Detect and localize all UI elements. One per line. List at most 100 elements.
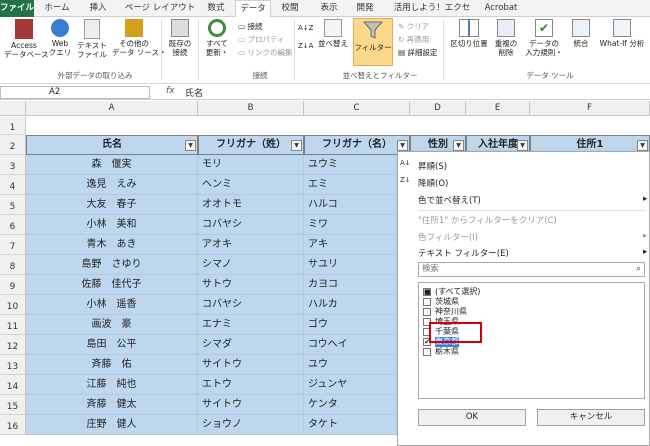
- furigana-first-cell[interactable]: タケト: [304, 415, 410, 435]
- furigana-last-cell[interactable]: サイトウ: [198, 395, 304, 415]
- connections-button[interactable]: ▭ 接続: [238, 21, 262, 32]
- row-header[interactable]: 1: [0, 117, 26, 135]
- filter-value-item[interactable]: 神奈川県: [435, 307, 467, 317]
- row-header[interactable]: 14: [0, 375, 26, 395]
- select-all-corner[interactable]: [0, 101, 26, 116]
- name-cell[interactable]: 画波 豪: [26, 315, 198, 335]
- column-header-d[interactable]: D: [410, 101, 466, 116]
- column-header-f[interactable]: F: [530, 101, 650, 116]
- name-cell[interactable]: 小林 遥香: [26, 295, 198, 315]
- consolidate-button[interactable]: 統合: [569, 19, 593, 48]
- clear-button[interactable]: ✎ クリア: [398, 21, 429, 32]
- tab-view[interactable]: 表示: [316, 0, 342, 17]
- filter-button-content[interactable]: フィルター: [353, 19, 393, 52]
- filter-value-item[interactable]: 栃木県: [435, 347, 459, 357]
- tab-acrobat[interactable]: Acrobat: [481, 0, 521, 17]
- tab-review[interactable]: 校閲: [277, 0, 303, 17]
- filter-dropdown-icon[interactable]: ▼: [517, 140, 528, 151]
- ok-button[interactable]: OK: [418, 409, 526, 426]
- fx-icon[interactable]: fx: [166, 86, 175, 96]
- name-cell[interactable]: 島野 さゆり: [26, 255, 198, 275]
- column-header-c[interactable]: C: [304, 101, 410, 116]
- sort-descending-item[interactable]: 降順(O): [418, 177, 448, 189]
- tab-insert[interactable]: 挿入: [83, 0, 113, 17]
- properties-button[interactable]: ▭ プロパティ: [238, 34, 285, 45]
- name-cell[interactable]: 佐藤 佳代子: [26, 275, 198, 295]
- checkbox[interactable]: [423, 348, 431, 356]
- furigana-first-cell[interactable]: ハルカ: [304, 295, 410, 315]
- furigana-first-cell[interactable]: ハルコ: [304, 195, 410, 215]
- tab-data[interactable]: データ: [235, 0, 271, 18]
- furigana-last-cell[interactable]: モリ: [198, 155, 304, 175]
- furigana-first-cell[interactable]: コウヘイ: [304, 335, 410, 355]
- existing-connections-button[interactable]: 既存の 接続: [166, 19, 194, 57]
- filter-value-item[interactable]: (すべて選択): [435, 287, 480, 297]
- row-header[interactable]: 3: [0, 155, 26, 175]
- formula-input[interactable]: 氏名: [185, 86, 203, 99]
- header-cell[interactable]: 氏名: [26, 135, 198, 155]
- furigana-last-cell[interactable]: コバヤシ: [198, 295, 304, 315]
- furigana-first-cell[interactable]: アキ: [304, 235, 410, 255]
- remove-duplicates-button[interactable]: 重複の 削除: [492, 19, 520, 57]
- furigana-last-cell[interactable]: エトウ: [198, 375, 304, 395]
- furigana-last-cell[interactable]: サイトウ: [198, 355, 304, 375]
- name-cell[interactable]: 森 偃実: [26, 155, 198, 175]
- filter-dropdown-icon[interactable]: ▼: [637, 140, 648, 151]
- row-header[interactable]: 10: [0, 295, 26, 315]
- row-header[interactable]: 9: [0, 275, 26, 295]
- name-cell[interactable]: 島田 公平: [26, 335, 198, 355]
- clear-filter-item[interactable]: "住所1" からフィルターをクリア(C): [418, 214, 557, 226]
- name-cell[interactable]: 斉藤 健太: [26, 395, 198, 415]
- name-cell[interactable]: 江藤 純也: [26, 375, 198, 395]
- text-file-button[interactable]: テキスト ファイル: [76, 19, 108, 59]
- tab-formulas[interactable]: 数式: [203, 0, 229, 17]
- row-header[interactable]: 12: [0, 335, 26, 355]
- name-cell[interactable]: 斉藤 佑: [26, 355, 198, 375]
- data-validation-button[interactable]: ✔ データの 入力規則・: [522, 19, 566, 57]
- name-cell[interactable]: 大友 春子: [26, 195, 198, 215]
- row-header[interactable]: 11: [0, 315, 26, 335]
- text-filter-item[interactable]: テキスト フィルター(E) ▸: [418, 247, 647, 259]
- tab-excel-tips[interactable]: 活用しよう！エクセル: [391, 0, 473, 30]
- row-header[interactable]: 4: [0, 175, 26, 195]
- furigana-last-cell[interactable]: ショウノ: [198, 415, 304, 435]
- name-cell[interactable]: 小林 美和: [26, 215, 198, 235]
- reapply-button[interactable]: ↻ 再適用: [398, 34, 429, 45]
- furigana-first-cell[interactable]: サユリ: [304, 255, 410, 275]
- tab-page-layout[interactable]: ページ レイアウト: [124, 0, 196, 17]
- column-header-b[interactable]: B: [198, 101, 304, 116]
- tab-developer[interactable]: 開発: [352, 0, 378, 17]
- filter-dropdown-icon[interactable]: ▼: [397, 140, 408, 151]
- filter-search-input[interactable]: 検索 ⌕: [418, 262, 645, 277]
- checkbox[interactable]: [423, 298, 431, 306]
- filter-dropdown-icon[interactable]: ▼: [291, 140, 302, 151]
- filter-dropdown-icon[interactable]: ▼: [185, 140, 196, 151]
- filter-dropdown-icon[interactable]: ▼: [453, 140, 464, 151]
- row-header[interactable]: 2: [0, 135, 26, 155]
- other-sources-button[interactable]: その他の データ ソース・: [112, 19, 167, 57]
- header-cell[interactable]: フリガナ（名）: [304, 135, 410, 155]
- text-to-columns-button[interactable]: 区切り位置: [448, 19, 490, 48]
- furigana-first-cell[interactable]: ミワ: [304, 215, 410, 235]
- cancel-button[interactable]: キャンセル: [537, 409, 645, 426]
- name-cell[interactable]: 逸見 えみ: [26, 175, 198, 195]
- name-cell[interactable]: 庄野 健人: [26, 415, 198, 435]
- furigana-first-cell[interactable]: ジュンヤ: [304, 375, 410, 395]
- sort-az-icon[interactable]: A↓Z: [298, 23, 313, 34]
- sort-button[interactable]: 並べ替え: [316, 19, 350, 48]
- tab-file[interactable]: ファイル: [0, 0, 34, 17]
- furigana-last-cell[interactable]: シマノ: [198, 255, 304, 275]
- furigana-first-cell[interactable]: カヨコ: [304, 275, 410, 295]
- furigana-last-cell[interactable]: コバヤシ: [198, 215, 304, 235]
- tab-home[interactable]: ホーム: [40, 0, 74, 17]
- furigana-first-cell[interactable]: エミ: [304, 175, 410, 195]
- row-header[interactable]: 5: [0, 195, 26, 215]
- checkbox[interactable]: ■: [423, 288, 431, 296]
- checkbox[interactable]: [423, 308, 431, 316]
- filter-value-item[interactable]: 茨城県: [435, 297, 459, 307]
- name-cell[interactable]: 青木 あき: [26, 235, 198, 255]
- furigana-last-cell[interactable]: エナミ: [198, 315, 304, 335]
- name-box[interactable]: A2: [0, 86, 150, 99]
- furigana-last-cell[interactable]: オオトモ: [198, 195, 304, 215]
- sort-by-color-item[interactable]: 色で並べ替え(T) ▸: [418, 194, 647, 206]
